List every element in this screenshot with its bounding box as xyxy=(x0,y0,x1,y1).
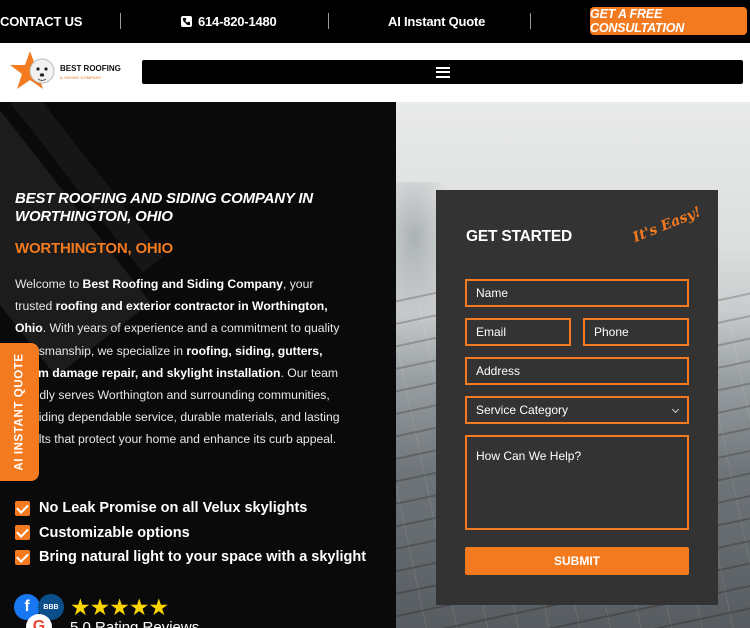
list-item: Customizable options xyxy=(15,521,366,546)
address-placeholder: Address xyxy=(476,364,521,378)
ai-instant-quote-label: AI INSTANT QUOTE xyxy=(13,353,26,471)
chevron-down-icon xyxy=(671,405,680,414)
intro-bold: Best Roofing and Siding Company xyxy=(82,277,283,291)
logo-sub: & SIDING COMPANY xyxy=(60,75,102,80)
phone-number: 614-820-1480 xyxy=(198,14,277,29)
free-consultation-button[interactable]: GET A FREE CONSULTATION xyxy=(590,7,747,35)
menu-toggle[interactable] xyxy=(142,60,743,84)
top-bar: CONTACT US 614-820-1480 AI Instant Quote… xyxy=(0,0,750,43)
name-placeholder: Name xyxy=(476,286,509,300)
checkbox-icon xyxy=(15,549,30,565)
feature-label: No Leak Promise on all Velux skylights xyxy=(39,500,308,517)
phone-placeholder: Phone xyxy=(594,325,629,339)
feature-label: Bring natural light to your space with a… xyxy=(39,549,367,566)
phone-link[interactable]: 614-820-1480 xyxy=(181,0,277,43)
list-item: No Leak Promise on all Velux skylights xyxy=(15,496,366,521)
logo-name: BEST ROOFING xyxy=(60,64,121,73)
hero-content: BEST ROOFING AND SIDING COMPANY IN WORTH… xyxy=(0,102,396,628)
logo[interactable]: BEST ROOFING & SIDING COMPANY xyxy=(8,49,128,93)
email-field[interactable]: Email xyxy=(465,318,571,346)
divider xyxy=(328,13,329,29)
quote-form: GET STARTED It's Easy! Name Email Phone … xyxy=(436,190,718,605)
checkbox-icon xyxy=(15,525,30,541)
address-field[interactable]: Address xyxy=(465,357,689,385)
ai-quote-label: AI Instant Quote xyxy=(388,14,486,29)
logo-star-dog-icon xyxy=(10,51,55,89)
service-selected: Service Category xyxy=(476,403,569,417)
checkbox-icon xyxy=(15,500,30,516)
email-placeholder: Email xyxy=(476,325,507,339)
ai-instant-quote-tab[interactable]: AI INSTANT QUOTE xyxy=(0,343,39,481)
submit-label: SUBMIT xyxy=(554,554,600,568)
name-field[interactable]: Name xyxy=(465,279,689,307)
message-textarea[interactable]: How Can We Help? xyxy=(465,435,689,530)
feature-label: Customizable options xyxy=(39,524,190,541)
form-title: GET STARTED xyxy=(466,228,573,245)
location-subtitle: WORTHINGTON, OHIO xyxy=(15,240,173,257)
feature-list: No Leak Promise on all Velux skylights C… xyxy=(15,496,366,570)
contact-us-label: CONTACT US xyxy=(0,14,83,29)
free-consultation-label: GET A FREE CONSULTATION xyxy=(590,7,685,35)
submit-button[interactable]: SUBMIT xyxy=(465,547,689,575)
hamburger-icon xyxy=(435,66,450,78)
page-title: BEST ROOFING AND SIDING COMPANY IN WORTH… xyxy=(15,190,313,225)
divider xyxy=(530,13,531,29)
intro-paragraph: Welcome to Best Roofing and Siding Compa… xyxy=(15,273,345,451)
service-category-select[interactable]: Service Category xyxy=(465,396,689,424)
contact-us-link[interactable]: CONTACT US xyxy=(0,0,82,43)
rating-text: 5.0 Rating Reviews xyxy=(70,619,200,628)
phone-icon xyxy=(181,16,192,27)
site-header: BEST ROOFING & SIDING COMPANY xyxy=(0,43,750,102)
list-item: Bring natural light to your space with a… xyxy=(15,545,366,570)
rating-stars: ★★★★★ xyxy=(70,594,169,620)
intro-text: Welcome to xyxy=(15,277,83,291)
ai-quote-link[interactable]: AI Instant Quote xyxy=(388,0,485,43)
phone-field[interactable]: Phone xyxy=(583,318,689,346)
divider xyxy=(120,13,121,29)
message-placeholder: How Can We Help? xyxy=(476,449,582,463)
review-badges: f BBB G ★★★★★ 5.0 Rating Reviews xyxy=(14,592,234,628)
form-tagline: It's Easy! xyxy=(630,204,704,246)
